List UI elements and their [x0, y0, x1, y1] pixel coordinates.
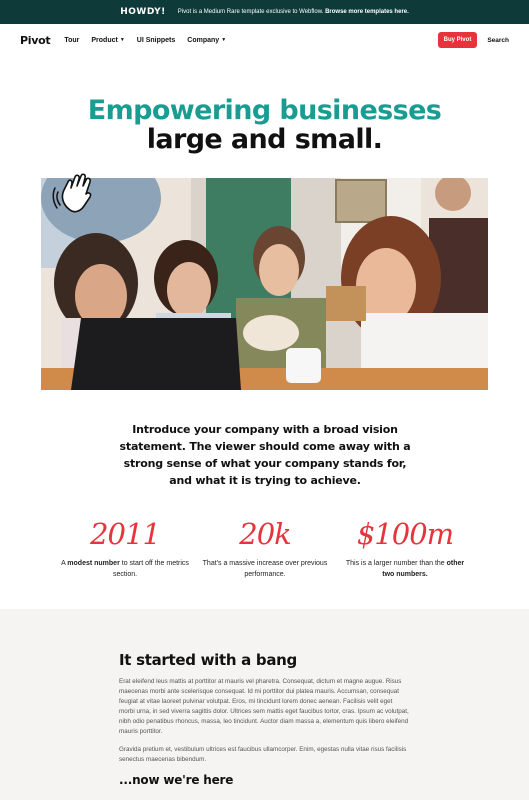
- story-paragraph: Gravida pretium et, vestibulum ultrices …: [119, 746, 407, 763]
- nav-item-label: Company: [187, 36, 220, 44]
- announcement-message: Pivot is a Medium Rare template exclusiv…: [177, 9, 324, 15]
- buy-pivot-button[interactable]: Buy Pivot: [437, 32, 478, 48]
- announcement-text: Pivot is a Medium Rare template exclusiv…: [178, 9, 409, 15]
- metric-desc-text: This is a larger number than the: [345, 560, 447, 567]
- main-nav: Pivot Tour Product ▼ UI Snippets Company ▼…: [0, 24, 529, 56]
- nav-item-label: Tour: [64, 36, 80, 44]
- story-section: It started with a bang Erat eleifend leu…: [0, 609, 529, 800]
- announcement-link[interactable]: Browse more templates here.: [325, 9, 409, 15]
- vision-statement: Introduce your company with a broad visi…: [119, 423, 411, 487]
- nav-item-label: Product: [91, 36, 118, 44]
- announcement-bar: HOWDY! Pivot is a Medium Rare template e…: [0, 0, 529, 24]
- metrics-section: 2011 A modest number to start off the me…: [60, 514, 470, 580]
- story-heading: It started with a bang: [119, 651, 297, 669]
- metric-description: This is a larger number than the other t…: [340, 558, 470, 580]
- nav-item-tour[interactable]: Tour: [64, 37, 79, 44]
- brand-logo[interactable]: Pivot: [20, 34, 51, 47]
- nav-item-ui-snippets[interactable]: UI Snippets: [137, 37, 176, 44]
- metric-description: A modest number to start off the metrics…: [60, 558, 190, 580]
- nav-item-product[interactable]: Product ▼: [91, 37, 124, 44]
- nav-links: Tour Product ▼ UI Snippets Company ▼: [64, 37, 226, 44]
- metric-item: 2011 A modest number to start off the me…: [60, 514, 190, 580]
- chevron-down-icon: ▼: [119, 37, 125, 43]
- metric-value: 2011: [90, 517, 161, 551]
- hero-photo: [41, 178, 488, 390]
- nav-item-company[interactable]: Company ▼: [187, 37, 226, 44]
- search-link[interactable]: Search: [487, 37, 509, 44]
- hero-title-line1: Empowering businesses: [87, 95, 442, 126]
- hero-title: Empowering businesses large and small.: [0, 96, 529, 154]
- metric-desc-text: to start off the metrics section.: [112, 560, 189, 578]
- chevron-down-icon: ▼: [221, 37, 227, 43]
- announcement-tag: HOWDY!: [120, 7, 166, 17]
- metric-value: $100m: [356, 517, 454, 551]
- metric-item: 20k That's a massive increase over previ…: [200, 514, 330, 580]
- metric-item: $100m This is a larger number than the o…: [340, 514, 470, 580]
- metric-description: That's a massive increase over previous …: [200, 558, 330, 580]
- metric-value: 20k: [239, 517, 291, 551]
- metric-desc-text: That's a massive increase over previous …: [202, 560, 328, 578]
- team-photo-illustration: [41, 178, 488, 390]
- story-subheading: ...now we're here: [119, 773, 234, 787]
- story-content: It started with a bang Erat eleifend leu…: [119, 651, 409, 787]
- waving-hand-icon: [52, 173, 92, 213]
- nav-item-label: UI Snippets: [136, 36, 176, 44]
- hero-title-line2: large and small.: [146, 124, 383, 155]
- metric-desc-bold: modest number: [67, 560, 120, 567]
- nav-actions: Buy Pivot Search: [437, 32, 509, 48]
- story-paragraph: Erat eleifend leus mattis at porttitor a…: [119, 678, 409, 735]
